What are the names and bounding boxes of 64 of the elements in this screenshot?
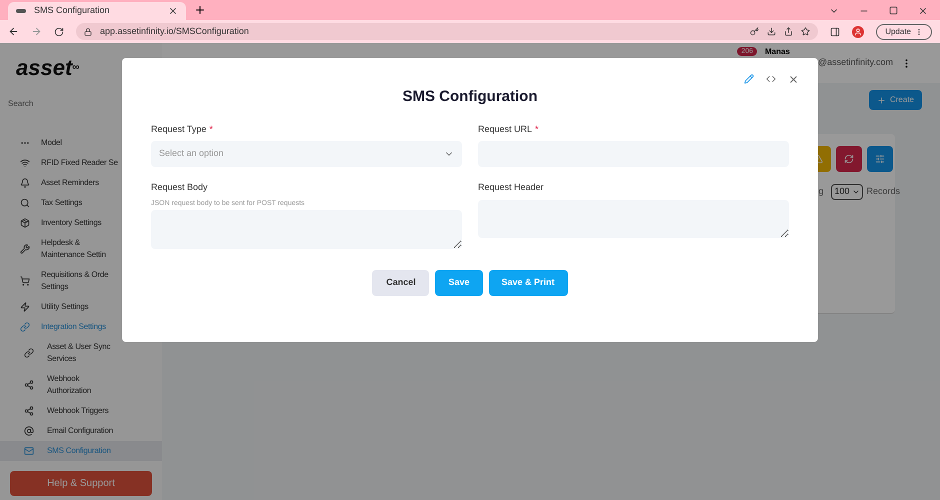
field-label: Request Header: [478, 181, 545, 194]
profile-avatar[interactable]: [852, 26, 864, 38]
user-email: @assetinfinity.com: [818, 56, 893, 70]
sidebar-item[interactable]: Inventory Settings: [0, 213, 162, 233]
cart-icon: [20, 276, 30, 286]
reload-icon[interactable]: [54, 26, 64, 36]
update-button[interactable]: Update: [876, 24, 932, 40]
close-icon[interactable]: [918, 6, 928, 16]
at-icon: [24, 426, 34, 436]
sidebar-item[interactable]: Helpdesk & Maintenance Settin: [0, 233, 162, 265]
plus-icon: [876, 96, 886, 104]
filter-button[interactable]: [867, 146, 893, 172]
required-mark: *: [535, 124, 539, 134]
cancel-button[interactable]: Cancel: [372, 270, 430, 296]
wrench-icon: [20, 244, 30, 254]
wifi-icon: [20, 158, 30, 168]
search-field[interactable]: Search: [4, 91, 158, 115]
sidebar-subitem[interactable]: Webhook Triggers: [0, 401, 162, 421]
close-icon[interactable]: [168, 6, 178, 16]
lock-icon: [84, 28, 92, 36]
boxes-icon: [20, 218, 30, 228]
tab-title: SMS Configuration: [34, 4, 111, 18]
sidebar-subitem[interactable]: Email Configuration: [0, 421, 162, 441]
star-icon[interactable]: [801, 27, 810, 36]
refresh-icon: [844, 154, 854, 164]
browser-tab[interactable]: SMS Configuration: [8, 2, 186, 20]
search-icon: [20, 198, 30, 208]
help-button[interactable]: Help & Support: [10, 471, 152, 496]
back-icon[interactable]: [8, 26, 19, 37]
sliders-icon: [875, 154, 885, 164]
url-text: app.assetinfinity.io/SMSConfiguration: [100, 24, 250, 38]
bolt-icon: [20, 302, 30, 312]
address-bar[interactable]: app.assetinfinity.io/SMSConfiguration: [76, 23, 818, 40]
bell-icon: [20, 178, 30, 188]
link-icon: [20, 322, 30, 332]
share-icon: [24, 380, 34, 390]
field-label: Request Body: [151, 181, 209, 194]
sidebar-item[interactable]: Utility Settings: [0, 297, 162, 317]
field-label: Request Type *: [151, 122, 214, 136]
key-icon[interactable]: [750, 27, 760, 36]
refresh-button[interactable]: [836, 146, 862, 172]
code-icon[interactable]: [766, 74, 776, 84]
new-tab-icon[interactable]: [194, 4, 206, 16]
favicon-icon: [16, 9, 26, 13]
close-icon[interactable]: [788, 74, 799, 85]
field-label: Request URL *: [478, 122, 540, 136]
maximize-icon[interactable]: [889, 6, 898, 15]
mail-icon: [24, 446, 34, 456]
page-size-label: g: [818, 185, 824, 198]
sidebar-item[interactable]: Requisitions & Orde Settings: [0, 265, 162, 297]
user-name: Manas: [765, 47, 791, 56]
edit-icon[interactable]: [744, 74, 754, 84]
logo: asset$^{∞}$: [16, 54, 80, 82]
records-label: Records: [866, 185, 900, 198]
download-icon[interactable]: [767, 27, 776, 36]
share-icon[interactable]: [784, 27, 794, 36]
share-icon: [24, 406, 34, 416]
sidebar-subitem[interactable]: Webhook Authorization: [0, 369, 162, 401]
panel-icon[interactable]: [830, 26, 840, 36]
sidebar-subitem[interactable]: Asset & User Sync Services: [0, 337, 162, 369]
required-mark: *: [209, 124, 213, 134]
page-size-select[interactable]: 100: [831, 184, 864, 200]
modal-title: SMS Configuration: [402, 87, 538, 107]
link-icon: [24, 348, 34, 358]
